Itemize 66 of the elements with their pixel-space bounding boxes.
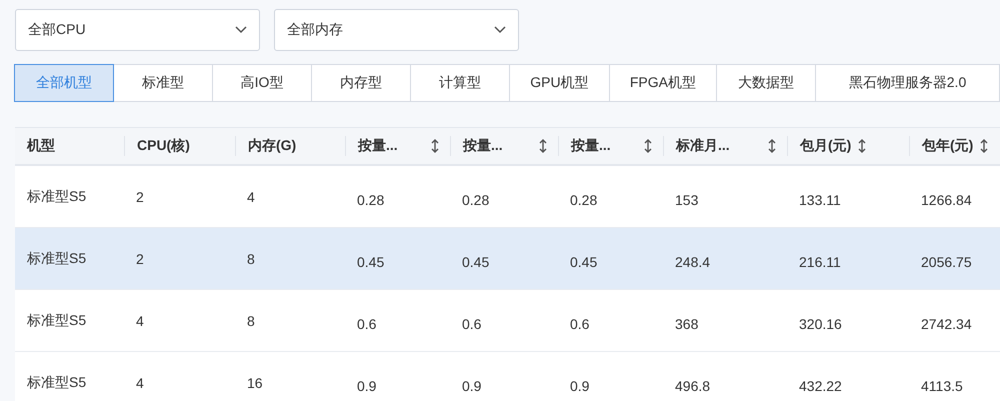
table-cell: 2056.75 xyxy=(921,254,972,270)
tab[interactable]: 黑石物理服务器2.0 xyxy=(815,64,1000,102)
table-cell: 0.6 xyxy=(357,316,376,332)
table-cell: 2742.34 xyxy=(921,316,972,332)
table-cell: 368 xyxy=(675,316,698,332)
column-header[interactable]: 按量... xyxy=(463,137,503,155)
table-cell: 0.28 xyxy=(570,192,598,208)
column-header[interactable]: 包年(元) xyxy=(922,137,974,155)
table-cell: 0.6 xyxy=(462,316,482,332)
table-cell: 432.22 xyxy=(799,378,842,394)
table-cell: 标准型S5 xyxy=(27,250,86,268)
table-cell: 8 xyxy=(247,250,255,266)
chevron-down-icon xyxy=(494,26,506,34)
table-cell: 496.8 xyxy=(675,378,710,394)
table-cell: 16 xyxy=(247,374,263,390)
tab[interactable]: 标准型 xyxy=(113,64,213,102)
chevron-down-icon xyxy=(235,26,247,34)
table-cell: 4 xyxy=(247,188,255,204)
tab[interactable]: GPU机型 xyxy=(509,64,610,102)
table-cell: 2 xyxy=(136,250,144,266)
dropdown[interactable]: 全部CPU xyxy=(15,9,260,51)
table-cell: 0.9 xyxy=(570,378,590,394)
table-cell: 248.4 xyxy=(675,254,710,270)
table-row[interactable]: 标准型S5 4 8 0.6 0.6 0.6 368 320.16 2742.34 xyxy=(15,290,1000,352)
column-header[interactable]: 包月(元) xyxy=(800,137,852,155)
column-header: CPU(核) xyxy=(137,137,190,155)
table-cell: 320.16 xyxy=(799,316,842,332)
tab[interactable]: 计算型 xyxy=(410,64,510,102)
table-cell: 133.11 xyxy=(799,192,841,208)
column-header[interactable]: 按量... xyxy=(358,137,398,155)
table-cell: 标准型S5 xyxy=(27,312,86,330)
table-cell: 0.9 xyxy=(462,378,482,394)
column-header: 内存(G) xyxy=(248,137,296,155)
table-row[interactable]: 标准型S5 2 8 0.45 0.45 0.45 248.4 216.11 2056.75 xyxy=(15,228,1000,290)
table-cell: 153 xyxy=(675,192,698,208)
table-cell: 标准型S5 xyxy=(27,374,86,392)
sort-icon[interactable] xyxy=(430,138,440,154)
column-header[interactable]: 按量... xyxy=(571,137,611,155)
table-cell: 216.11 xyxy=(799,254,841,270)
sort-icon[interactable] xyxy=(857,138,868,154)
table-cell: 0.6 xyxy=(570,316,590,332)
table-cell: 0.45 xyxy=(357,254,384,270)
tab[interactable]: 大数据型 xyxy=(716,64,816,102)
sort-icon[interactable] xyxy=(538,138,548,154)
table-cell: 0.28 xyxy=(357,192,384,208)
table-cell: 0.28 xyxy=(462,192,490,208)
column-header: 机型 xyxy=(27,137,55,155)
table-cell: 4 xyxy=(136,374,144,390)
tab[interactable]: 内存型 xyxy=(311,64,411,102)
dropdown[interactable]: 全部内存 xyxy=(274,9,519,51)
table-cell: 4113.5 xyxy=(921,378,963,394)
table-row[interactable]: 标准型S5 4 16 0.9 0.9 0.9 496.8 432.22 4113.5 xyxy=(15,352,1000,401)
table-cell: 8 xyxy=(247,312,255,328)
tab[interactable]: FPGA机型 xyxy=(608,64,717,102)
sort-icon[interactable] xyxy=(979,138,990,154)
table-cell: 标准型S5 xyxy=(27,188,86,206)
table-cell: 4 xyxy=(136,312,144,328)
sort-icon[interactable] xyxy=(643,138,653,154)
sort-icon[interactable] xyxy=(767,138,777,154)
table-cell: 0.45 xyxy=(462,254,490,270)
table-cell: 0.9 xyxy=(357,378,376,394)
table-cell: 0.45 xyxy=(570,254,598,270)
tab[interactable]: 高IO型 xyxy=(212,64,312,102)
table-cell: 2 xyxy=(136,188,144,204)
column-header[interactable]: 标准月... xyxy=(676,137,730,155)
table-cell: 1266.84 xyxy=(921,192,972,208)
